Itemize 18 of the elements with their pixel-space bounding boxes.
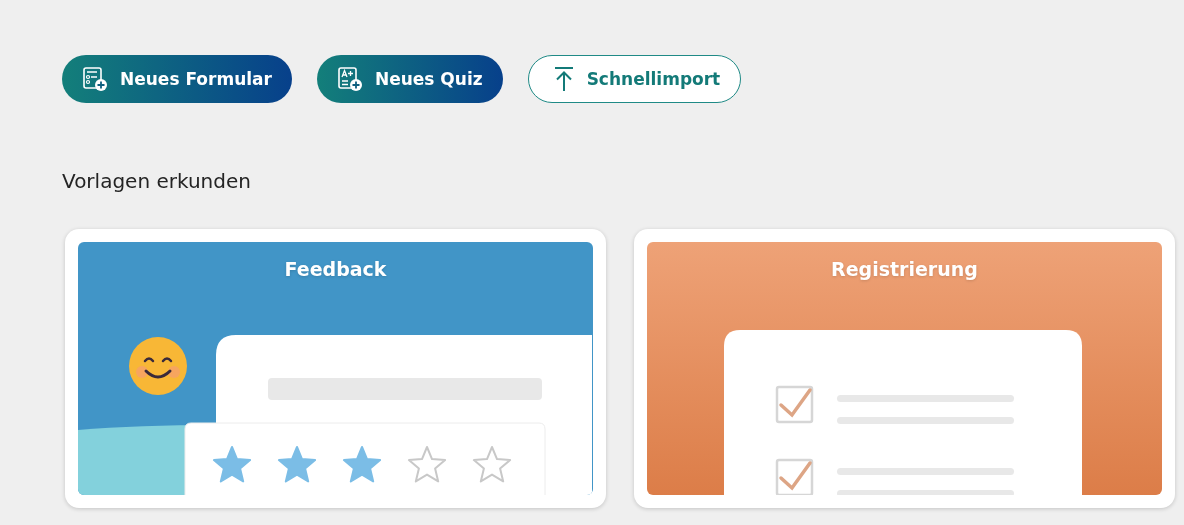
smiley-face-icon: [129, 337, 187, 395]
create-button[interactable]: Neues Quiz: [316, 55, 503, 103]
section-heading: Vorlagen erkunden: [62, 169, 252, 193]
template-title: Registrierung: [830, 257, 979, 280]
create-button[interactable]: Neues Formular: [62, 55, 292, 103]
import-button[interactable]: Schnellimport: [527, 55, 742, 103]
form-add-icon: [82, 66, 108, 92]
filled-star-icon: [277, 446, 317, 483]
empty-star-icon: [407, 446, 447, 483]
template-card[interactable]: Feedback: [65, 229, 606, 508]
filled-star-icon: [212, 446, 252, 483]
template-title: Feedback: [283, 257, 388, 280]
checkbox-icon: [775, 458, 814, 495]
filled-star-icon: [342, 446, 382, 483]
quiz-add-icon: [336, 66, 363, 92]
upload-icon: [552, 66, 575, 92]
checkbox-icon: [775, 385, 814, 424]
empty-star-icon: [472, 446, 512, 483]
